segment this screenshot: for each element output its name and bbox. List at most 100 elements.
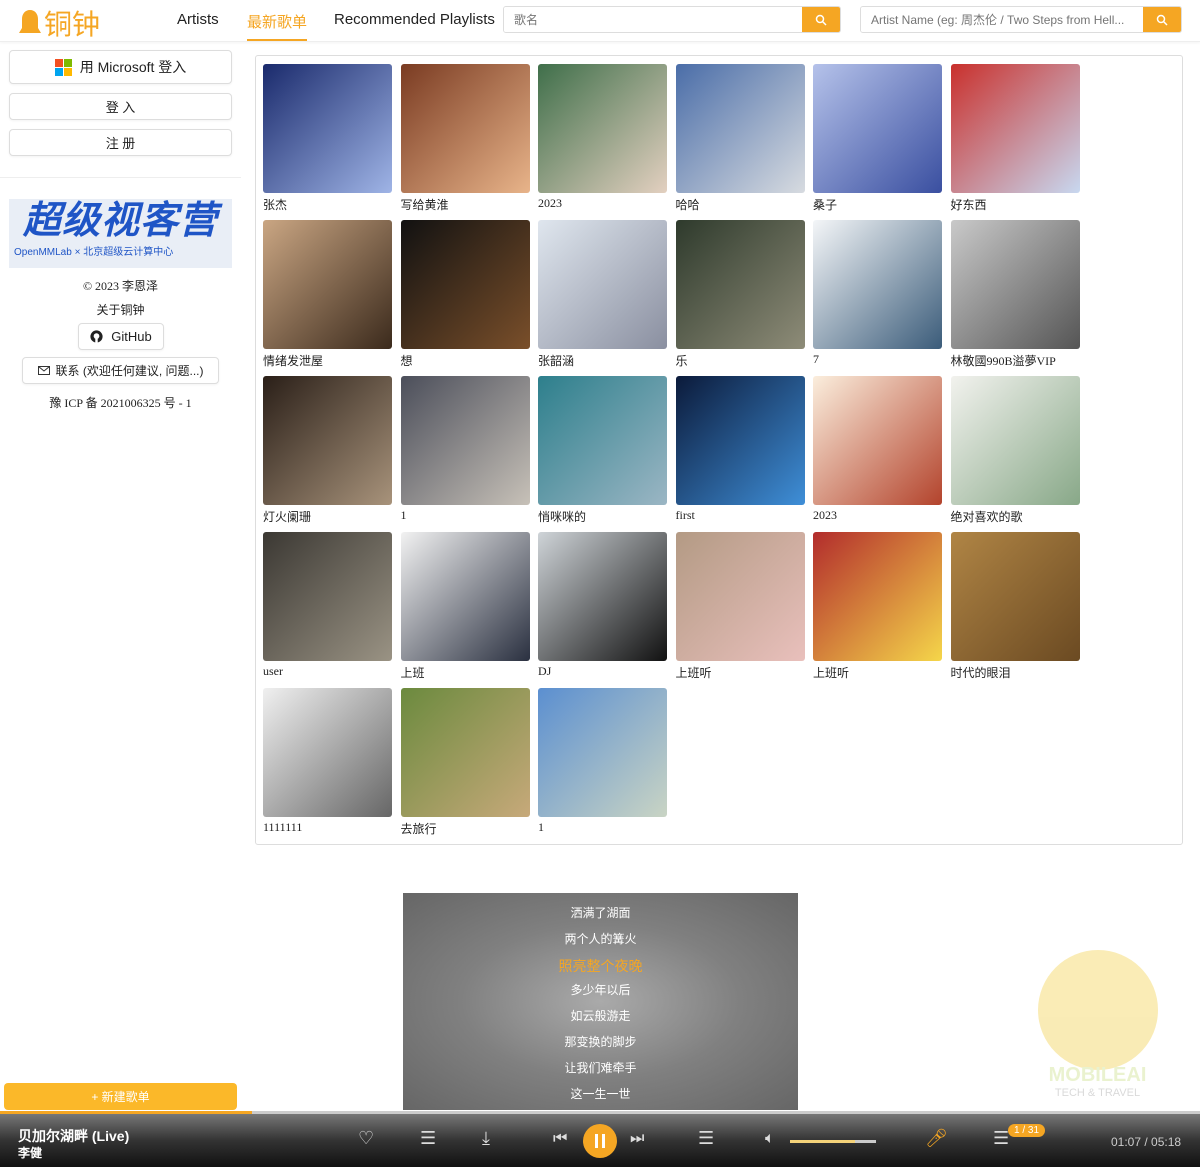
playlist-name[interactable]: 1111111 — [263, 820, 392, 835]
playlist-card[interactable]: 1 — [400, 376, 530, 523]
playlist-card[interactable]: 写给黄淮 — [400, 64, 530, 213]
playlist-cover[interactable] — [675, 376, 805, 505]
playlist-card[interactable]: 林敬國990B溢夢VIP — [950, 220, 1080, 369]
playlist-name[interactable]: 林敬國990B溢夢VIP — [951, 352, 1080, 369]
playlist-card[interactable]: 去旅行 — [400, 688, 530, 837]
playlist-cover[interactable] — [538, 532, 667, 661]
playlist-name[interactable]: 2023 — [813, 508, 942, 523]
playlist-cover[interactable] — [538, 688, 667, 817]
playlist-cover[interactable] — [950, 532, 1080, 661]
about-link[interactable]: 关于铜钟 — [0, 301, 241, 318]
playlist-cover[interactable] — [263, 532, 392, 661]
previous-icon[interactable]: ⏮ — [553, 1130, 567, 1148]
playlist-cover[interactable] — [813, 64, 942, 193]
playlist-name[interactable]: 去旅行 — [401, 820, 530, 837]
playlist-name[interactable]: 写给黄淮 — [401, 196, 530, 213]
pause-button[interactable] — [583, 1124, 617, 1158]
playlist-card[interactable]: 上班 — [400, 532, 530, 681]
login-button[interactable]: 登 入 — [9, 93, 232, 120]
playlist-cover[interactable] — [538, 64, 667, 193]
playlist-card[interactable]: 1111111 — [263, 688, 392, 835]
playlist-card[interactable]: 7 — [813, 220, 942, 367]
playlist-card[interactable]: 2023 — [813, 376, 942, 523]
playlist-cover[interactable] — [675, 64, 805, 193]
playlist-name[interactable]: first — [676, 508, 805, 523]
playlist-cover[interactable] — [538, 220, 667, 349]
queue-icon[interactable]: ☰ — [993, 1128, 1009, 1149]
volume-slider[interactable] — [790, 1140, 876, 1143]
song-title[interactable]: 贝加尔湖畔 (Live) — [18, 1126, 129, 1146]
playlist-card[interactable]: 张杰 — [263, 64, 392, 213]
icp-link[interactable]: 豫 ICP 备 2021006325 号 - 1 — [0, 394, 241, 411]
playlist-cover[interactable] — [675, 532, 805, 661]
playlist-name[interactable]: 灯火阑珊 — [263, 508, 392, 525]
playlist-card[interactable]: 想 — [400, 220, 530, 369]
playlist-cover[interactable] — [813, 220, 942, 349]
logo[interactable]: 铜钟 — [18, 3, 100, 43]
song-artist[interactable]: 李健 — [18, 1144, 42, 1161]
download-icon[interactable]: ⤓ — [482, 1128, 490, 1149]
playlist-name[interactable]: 悄咪咪的 — [538, 508, 667, 525]
playlist-name[interactable]: 张韶涵 — [538, 352, 667, 369]
playlist-name[interactable]: 上班听 — [676, 664, 805, 681]
nav-artists[interactable]: Artists — [177, 11, 219, 28]
playlist-cover[interactable] — [400, 220, 530, 349]
contact-button[interactable]: 联系 (欢迎任何建议, 问题...) — [22, 357, 219, 384]
favorite-icon[interactable]: ♡ — [358, 1128, 374, 1149]
playlist-name[interactable]: 上班听 — [813, 664, 942, 681]
playlist-name[interactable]: user — [263, 664, 392, 679]
nav-recommended-playlists[interactable]: Recommended Playlists — [334, 11, 495, 28]
song-search-button[interactable] — [802, 7, 840, 32]
playlist-cover[interactable] — [950, 220, 1080, 349]
playlist-cover[interactable] — [263, 220, 392, 349]
playlist-card[interactable]: 悄咪咪的 — [538, 376, 667, 525]
playlist-cover[interactable] — [400, 376, 530, 505]
next-icon[interactable]: ⏭ — [630, 1130, 644, 1148]
playlist-card[interactable]: DJ — [538, 532, 667, 679]
play-mode-icon[interactable]: ☰ — [698, 1128, 714, 1149]
playlist-cover[interactable] — [263, 688, 392, 817]
nav-latest-playlists[interactable]: 最新歌单 — [247, 11, 308, 41]
playlist-cover[interactable] — [813, 532, 942, 661]
add-to-playlist-icon[interactable]: ☰ — [420, 1128, 436, 1149]
song-search-input[interactable] — [504, 7, 802, 32]
playlist-name[interactable]: 桑子 — [813, 196, 942, 213]
playlist-cover[interactable] — [400, 64, 530, 193]
playlist-name[interactable]: 张杰 — [263, 196, 392, 213]
playlist-name[interactable]: 哈哈 — [676, 196, 805, 213]
playlist-cover[interactable] — [813, 376, 942, 505]
playlist-card[interactable]: 上班听 — [675, 532, 805, 681]
playlist-card[interactable]: 好东西 — [950, 64, 1080, 213]
playlist-cover[interactable] — [950, 376, 1080, 505]
playlist-card[interactable]: 绝对喜欢的歌 — [950, 376, 1080, 525]
playlist-cover[interactable] — [400, 532, 530, 661]
playlist-name[interactable]: DJ — [538, 664, 667, 679]
playlist-card[interactable]: 桑子 — [813, 64, 942, 213]
playlist-name[interactable]: 情绪发泄屋 — [263, 352, 392, 369]
playlist-cover[interactable] — [675, 220, 805, 349]
playlist-name[interactable]: 想 — [401, 352, 530, 369]
playlist-cover[interactable] — [263, 376, 392, 505]
playlist-name[interactable]: 上班 — [401, 664, 530, 681]
sponsor-banner[interactable]: 超级视客营 OpenMMLab × 北京超级云计算中心 — [9, 199, 232, 268]
playlist-name[interactable]: 好东西 — [951, 196, 1080, 213]
artist-search-input[interactable] — [861, 7, 1143, 32]
playlist-name[interactable]: 1 — [401, 508, 530, 523]
playlist-name[interactable]: 时代的眼泪 — [951, 664, 1080, 681]
artist-search-button[interactable] — [1143, 7, 1181, 32]
volume-icon[interactable]: 🔈︎ — [765, 1130, 775, 1148]
playlist-card[interactable]: 1 — [538, 688, 667, 835]
playlist-card[interactable]: 上班听 — [813, 532, 942, 681]
lyrics-mic-icon[interactable]: 🎤︎ — [925, 1128, 948, 1149]
playlist-cover[interactable] — [538, 376, 667, 505]
playlist-cover[interactable] — [263, 64, 392, 193]
new-playlist-button[interactable]: + 新建歌单 — [4, 1083, 237, 1110]
playlist-name[interactable]: 绝对喜欢的歌 — [951, 508, 1080, 525]
playlist-card[interactable]: 张韶涵 — [538, 220, 667, 369]
playlist-card[interactable]: user — [263, 532, 392, 679]
playlist-cover[interactable] — [400, 688, 530, 817]
playlist-card[interactable]: 乐 — [675, 220, 805, 369]
playlist-card[interactable]: 哈哈 — [675, 64, 805, 213]
playlist-name[interactable]: 2023 — [538, 196, 667, 211]
register-button[interactable]: 注 册 — [9, 129, 232, 156]
